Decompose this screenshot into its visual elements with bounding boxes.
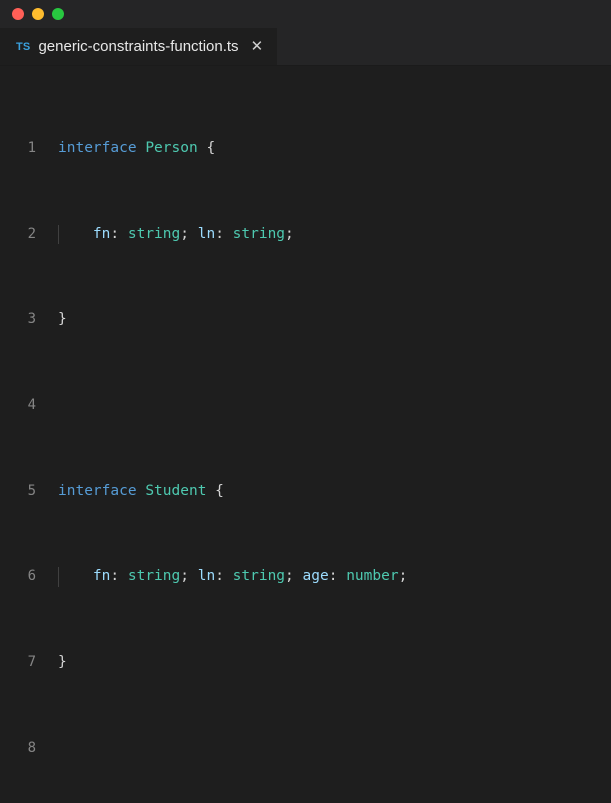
editor-window: TS generic-constraints-function.ts ✕ 1 in… (0, 0, 611, 803)
line-number: 6 (27, 568, 36, 585)
line-number: 2 (27, 225, 36, 242)
code-editor[interactable]: 1 interface Person { 2 fn: string; ln: st… (0, 66, 611, 803)
close-window-button[interactable] (12, 8, 24, 20)
code-line: 8 (0, 738, 611, 759)
line-number: 5 (27, 482, 36, 499)
title-bar (0, 0, 611, 28)
line-number: 7 (27, 653, 36, 670)
line-source: interface Person { (58, 140, 216, 157)
code-line: 3} (0, 309, 611, 330)
close-icon[interactable]: ✕ (249, 39, 266, 54)
line-source: fn: string; ln: string; age: number; (58, 566, 611, 588)
typescript-file-icon: TS (16, 40, 31, 53)
code-line: 4 (0, 395, 611, 416)
line-source (58, 395, 611, 416)
tab-bar: TS generic-constraints-function.ts ✕ (0, 28, 611, 66)
code-line: 6 fn: string; ln: string; age: number; (0, 566, 611, 588)
code-line: 5 interface Student { (0, 481, 611, 502)
code-line: 2 fn: string; ln: string; (0, 224, 611, 245)
line-number: 4 (27, 397, 36, 414)
minimize-window-button[interactable] (32, 8, 44, 20)
code-line: 7} (0, 652, 611, 673)
line-source (58, 738, 611, 759)
line-number: 3 (27, 311, 36, 328)
code-content: 1 interface Person { 2 fn: string; ln: st… (0, 74, 611, 803)
line-source: interface Student { (58, 482, 224, 499)
maximize-window-button[interactable] (52, 8, 64, 20)
tab-label: generic-constraints-function.ts (38, 38, 239, 55)
line-number: 1 (27, 140, 36, 157)
tab-generic-constraints-function[interactable]: TS generic-constraints-function.ts ✕ (0, 28, 278, 65)
traffic-lights (12, 8, 64, 20)
line-source: } (58, 311, 67, 328)
line-source: fn: string; ln: string; (58, 224, 611, 245)
line-source: } (58, 653, 67, 670)
line-number: 8 (27, 739, 36, 756)
code-line: 1 interface Person { (0, 138, 611, 159)
